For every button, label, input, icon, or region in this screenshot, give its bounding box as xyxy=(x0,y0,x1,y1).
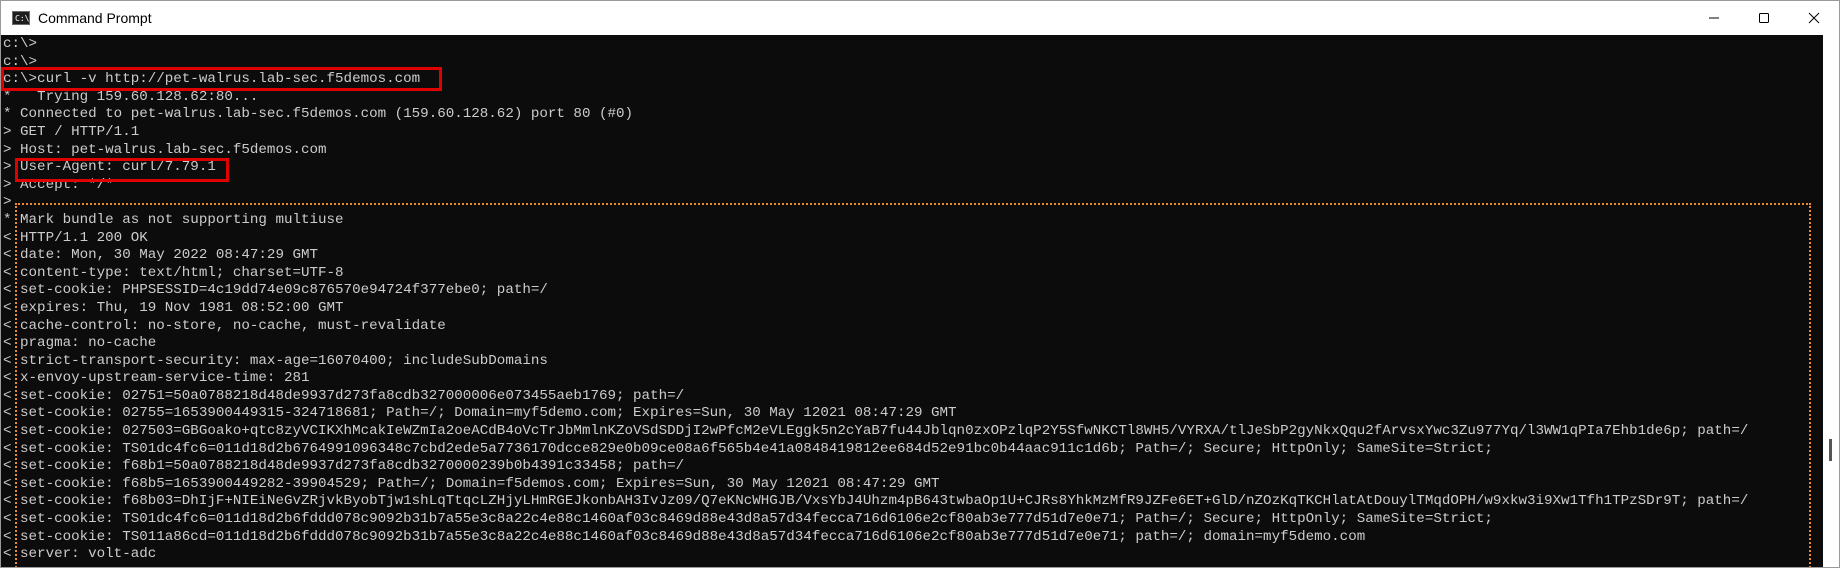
minimize-icon xyxy=(1709,17,1719,18)
console-line: * Trying 159.60.128.62:80... xyxy=(3,88,259,105)
console-line: * Connected to pet-walrus.lab-sec.f5demo… xyxy=(3,106,634,123)
response-headers-highlight xyxy=(15,203,1811,567)
command-prompt-window: C:\ Command Prompt c:\> c:\> c:\>curl -v… xyxy=(0,0,1840,568)
maximize-icon xyxy=(1759,12,1769,23)
maximize-button[interactable] xyxy=(1739,1,1789,34)
console-line: > GET / HTTP/1.1 xyxy=(3,123,140,140)
minimize-button[interactable] xyxy=(1689,1,1739,34)
scrollbar-thumb[interactable] xyxy=(1829,439,1832,461)
title-bar[interactable]: C:\ Command Prompt xyxy=(1,1,1839,34)
console-output[interactable]: c:\> c:\> c:\>curl -v http://pet-walrus.la… xyxy=(1,35,1825,567)
close-icon xyxy=(1808,12,1820,23)
window-controls xyxy=(1689,1,1839,34)
close-button[interactable] xyxy=(1789,1,1839,34)
console-line: > User-Agent: curl/7.79.1 xyxy=(3,159,216,176)
vertical-scrollbar[interactable] xyxy=(1823,35,1839,567)
console-line: > Accept: */* xyxy=(3,176,114,193)
window-title: Command Prompt xyxy=(38,9,152,26)
console-line: > Host: pet-walrus.lab-sec.f5demos.com xyxy=(3,141,327,158)
curl-command-highlight xyxy=(1,67,442,91)
user-agent-highlight xyxy=(15,158,229,182)
cmd-icon: C:\ xyxy=(12,10,30,25)
console-line: c:\> xyxy=(3,36,38,52)
